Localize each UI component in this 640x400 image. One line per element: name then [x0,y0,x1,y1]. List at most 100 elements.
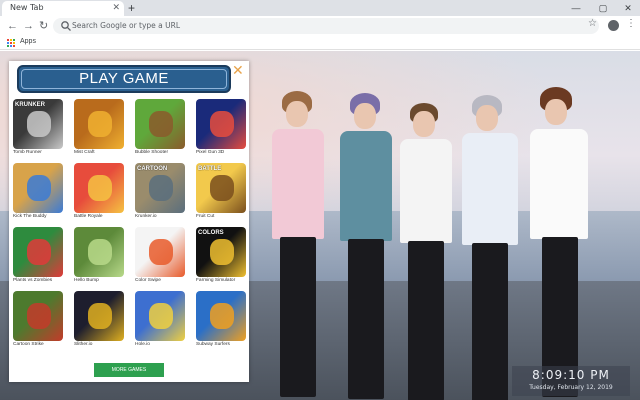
close-window-icon[interactable]: ✕ [617,0,639,16]
game-logo-text: CARTOON [137,166,168,172]
game-artwork [27,303,51,329]
game-name[interactable]: Bubble Shooter [135,150,168,155]
game-card[interactable]: Subway Surfers [196,291,248,353]
menu-icon[interactable]: ⋮ [626,18,636,29]
apps-dot [7,39,9,41]
tab-close-icon[interactable]: ✕ [112,2,120,13]
panel-title: PLAY GAME [79,70,169,87]
game-thumbnail[interactable] [74,99,124,149]
game-artwork [88,175,112,201]
game-artwork [210,239,234,265]
game-card[interactable]: CARTOON Krunker.io [135,163,187,225]
game-name[interactable]: Hole.io [135,342,150,347]
game-artwork [27,175,51,201]
game-name[interactable]: Cartoon Strike [13,342,44,347]
apps-bookmark[interactable]: Apps [20,38,36,45]
game-name[interactable]: Kick The Buddy [13,214,47,219]
game-card[interactable]: Pixel Gun 3D [196,99,248,161]
clock-date: Tuesday, February 12, 2019 [529,384,613,391]
more-games-button[interactable]: MORE GAMES [94,363,164,377]
game-thumbnail[interactable]: BATTLE [196,163,246,213]
game-card[interactable]: Kick The Buddy [13,163,65,225]
game-name[interactable]: Hello Bump [74,278,99,283]
search-icon [61,21,71,31]
game-artwork [149,239,173,265]
close-icon[interactable]: ✕ [232,62,244,79]
game-artwork [88,111,112,137]
tab-strip: New Tab ✕ + — ▢ ✕ [0,0,640,16]
omnibox-placeholder: Search Google or type a URL [72,21,181,30]
game-card[interactable]: Color Swipe [135,227,187,289]
game-name[interactable]: Slither.io [74,342,92,347]
apps-icon[interactable] [7,39,15,47]
game-name[interactable]: Farming Simulator [196,278,235,283]
game-thumbnail[interactable] [13,227,63,277]
maximize-icon[interactable]: ▢ [592,0,614,16]
play-game-header: PLAY GAME [17,65,231,93]
game-name[interactable]: Fruit Cut [196,214,214,219]
game-card[interactable]: Mist Craft [74,99,126,161]
game-name[interactable]: Color Swipe [135,278,161,283]
game-card[interactable]: Hello Bump [74,227,126,289]
minimize-icon[interactable]: — [565,0,587,16]
tab-new-tab[interactable]: New Tab ✕ [2,1,124,16]
game-thumbnail[interactable] [135,291,185,341]
game-thumbnail[interactable] [74,291,124,341]
game-artwork [149,303,173,329]
game-artwork [88,239,112,265]
game-artwork [149,175,173,201]
game-logo-text: COLORS [198,230,224,236]
game-artwork [210,111,234,137]
game-thumbnail[interactable]: CARTOON [135,163,185,213]
game-card[interactable]: BATTLE Fruit Cut [196,163,248,225]
game-thumbnail[interactable] [196,291,246,341]
game-card[interactable]: Bubble Shooter [135,99,187,161]
clock-time: 8:09:10 PM [532,368,610,382]
game-artwork [149,111,173,137]
game-name[interactable]: Mist Craft [74,150,95,155]
reload-icon[interactable]: ↻ [39,19,48,33]
apps-dot [7,45,9,47]
apps-dot [13,45,15,47]
game-thumbnail[interactable] [196,99,246,149]
game-thumbnail[interactable] [13,163,63,213]
apps-dot [13,42,15,44]
game-artwork [210,175,234,201]
toolbar: ← → ↻ Search Google or type a URL ☆ ⋮ [0,16,640,36]
game-thumbnail[interactable]: KRUNKER [13,99,63,149]
game-card[interactable]: Plants vs Zombies [13,227,65,289]
game-logo-text: BATTLE [198,166,222,172]
game-thumbnail[interactable] [135,227,185,277]
game-card[interactable]: Battle Royale [74,163,126,225]
new-tab-icon[interactable]: + [128,0,135,16]
game-panel: PLAY GAME ✕ KRUNKER Tomb Runner Mist Craft… [9,61,249,382]
game-card[interactable]: Cartoon Strike [13,291,65,353]
back-icon[interactable]: ← [7,19,18,33]
game-name[interactable]: Subway Surfers [196,342,230,347]
profile-icon[interactable] [608,20,619,31]
apps-dot [7,42,9,44]
game-artwork [210,303,234,329]
game-thumbnail[interactable]: COLORS [196,227,246,277]
game-card[interactable]: Hole.io [135,291,187,353]
game-name[interactable]: Tomb Runner [13,150,42,155]
star-icon[interactable]: ☆ [588,18,597,29]
game-thumbnail[interactable] [74,163,124,213]
game-artwork [27,239,51,265]
game-card[interactable]: KRUNKER Tomb Runner [13,99,65,161]
game-card[interactable]: Slither.io [74,291,126,353]
game-thumbnail[interactable] [135,99,185,149]
game-name[interactable]: Battle Royale [74,214,103,219]
game-artwork [88,303,112,329]
game-thumbnail[interactable] [13,291,63,341]
game-thumbnail[interactable] [74,227,124,277]
game-name[interactable]: Krunker.io [135,214,157,219]
game-name[interactable]: Pixel Gun 3D [196,150,224,155]
omnibox[interactable]: Search Google or type a URL [53,18,599,34]
game-name[interactable]: Plants vs Zombies [13,278,52,283]
forward-icon[interactable]: → [23,19,34,33]
clock-widget: 8:09:10 PM Tuesday, February 12, 2019 [512,366,630,396]
game-card[interactable]: COLORS Farming Simulator [196,227,248,289]
game-logo-text: KRUNKER [15,102,45,108]
apps-dot [10,45,12,47]
